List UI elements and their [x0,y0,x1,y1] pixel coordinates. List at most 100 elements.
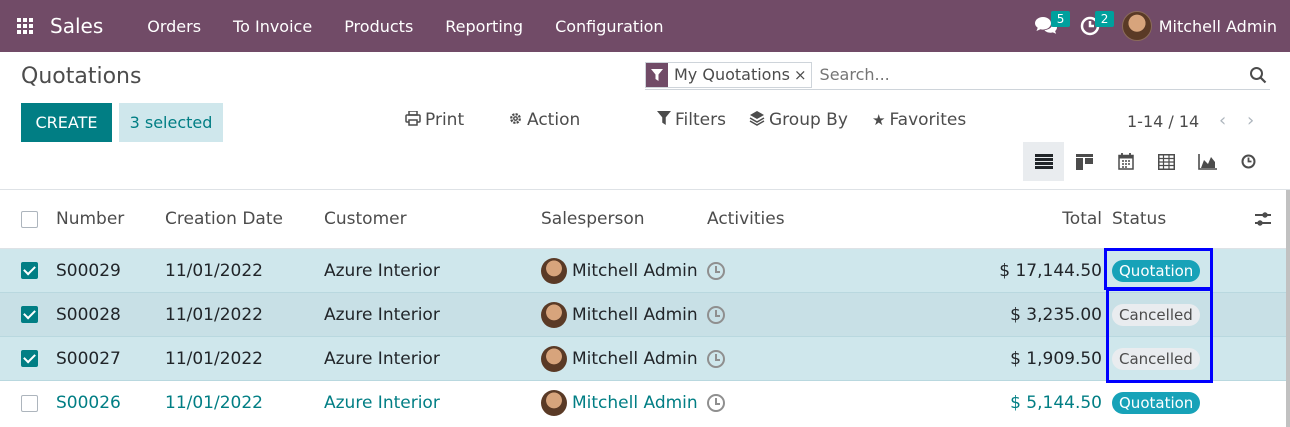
pivot-view-button[interactable] [1146,142,1187,181]
salesperson-name: Mitchell Admin [572,260,698,281]
layers-icon [749,110,765,130]
star-icon: ★ [872,111,886,129]
filter-icon [657,111,671,129]
calendar-view-button[interactable] [1105,142,1146,181]
row-salesperson: Mitchell Admin [541,249,698,292]
list-view-button[interactable] [1023,142,1064,181]
activity-clock-icon[interactable] [707,381,725,425]
menu-orders[interactable]: Orders [131,17,217,36]
row-number: S00026 [56,393,121,413]
table-row[interactable]: S00027 11/01/2022 Azure Interior Mitchel… [0,337,1286,381]
avatar [541,345,567,372]
pager-next-icon[interactable]: › [1247,110,1254,131]
pager-value[interactable]: 1-14 / 14 [1127,112,1199,131]
activity-clock-icon[interactable] [707,249,725,292]
view-switcher [1023,142,1269,181]
optional-columns-icon[interactable] [1254,190,1272,248]
selected-count[interactable]: 3 selected [119,103,223,142]
row-number: S00028 [56,304,121,325]
avatar [541,390,567,416]
kanban-icon [1076,153,1093,170]
search-bar: My Quotations × [645,60,1270,90]
row-total: $ 1,909.50 [1010,348,1102,369]
status-label: Quotation [1112,392,1201,414]
row-creation-date: 11/01/2022 [165,348,263,369]
search-icon[interactable] [1246,66,1270,84]
row-checkbox[interactable] [21,381,38,425]
group-by-button[interactable]: Group By [749,110,848,130]
activities-button[interactable]: 2 [1068,0,1115,52]
row-creation-date: 11/01/2022 [165,304,263,325]
header-status[interactable]: Status [1112,190,1166,248]
menu-configuration[interactable]: Configuration [539,17,680,36]
header-customer[interactable]: Customer [324,190,407,248]
table-row[interactable]: S00029 11/01/2022 Azure Interior Mitchel… [0,249,1286,293]
apps-menu-icon[interactable] [0,0,50,52]
header-salesperson[interactable]: Salesperson [541,190,645,248]
header-creation-date[interactable]: Creation Date [165,190,283,248]
print-button[interactable]: Print [405,109,465,130]
row-creation-date: 11/01/2022 [165,393,263,413]
action-button[interactable]: Action [508,110,580,130]
facet-remove-icon[interactable]: × [794,66,811,84]
pivot-icon [1158,153,1175,170]
clock-icon [1241,154,1256,169]
highlight-box [1106,288,1213,383]
activity-clock-icon[interactable] [707,293,725,336]
app-name[interactable]: Sales [50,14,103,38]
row-creation-date: 11/01/2022 [165,260,263,281]
table-header: Number Creation Date Customer Salesperso… [0,190,1286,249]
row-customer: Azure Interior [324,304,440,325]
salesperson-name: Mitchell Admin [572,304,698,325]
graph-view-button[interactable] [1187,142,1228,181]
gear-icon [508,111,523,130]
filters-button[interactable]: Filters [657,110,726,130]
status-badge: Quotation [1112,381,1201,425]
header-total[interactable]: Total [1062,190,1102,248]
header-activities[interactable]: Activities [707,190,785,248]
user-name: Mitchell Admin [1158,16,1277,36]
kanban-view-button[interactable] [1064,142,1105,181]
create-button[interactable]: CREATE [21,103,112,142]
row-total: $ 5,144.50 [1010,393,1102,413]
print-label: Print [425,110,465,130]
menu-to-invoice[interactable]: To Invoice [217,17,328,36]
user-menu[interactable]: Mitchell Admin [1121,11,1277,41]
row-salesperson: Mitchell Admin [541,381,698,425]
row-checkbox[interactable] [21,293,38,336]
row-number: S00029 [56,260,121,281]
top-navbar: Sales Orders To Invoice Products Reporti… [0,0,1290,52]
messages-button[interactable]: 5 [1024,0,1071,52]
row-checkbox[interactable] [21,249,38,292]
favorites-label: Favorites [889,110,967,130]
menu-reporting[interactable]: Reporting [429,17,539,36]
filter-icon [646,62,668,87]
avatar [1121,11,1152,41]
header-number[interactable]: Number [56,190,124,248]
area-chart-icon [1198,153,1217,170]
menu-products[interactable]: Products [328,17,429,36]
activity-clock-icon[interactable] [707,337,725,380]
favorites-button[interactable]: ★ Favorites [872,110,966,130]
select-all-checkbox[interactable] [21,190,38,248]
row-customer: Azure Interior [324,393,440,413]
avatar [541,301,567,328]
row-checkbox[interactable] [21,337,38,380]
activity-view-button[interactable] [1228,142,1269,181]
scrollbar[interactable] [1286,190,1290,427]
facet-label: My Quotations [674,65,790,84]
filters-label: Filters [675,110,726,130]
table-row[interactable]: S00028 11/01/2022 Azure Interior Mitchel… [0,293,1286,337]
pager-previous-icon[interactable]: ‹ [1219,110,1226,131]
action-label: Action [527,110,581,130]
table-row[interactable]: S00026 11/01/2022 Azure Interior Mitchel… [0,381,1286,425]
row-salesperson: Mitchell Admin [541,293,698,336]
list-icon [1034,154,1053,169]
quotations-table: Number Creation Date Customer Salesperso… [0,190,1286,425]
highlight-box [1104,248,1213,290]
row-number: S00027 [56,348,121,369]
search-input[interactable] [819,65,1240,84]
avatar [541,257,567,284]
row-total: $ 17,144.50 [999,260,1102,281]
group-by-label: Group By [769,110,848,130]
